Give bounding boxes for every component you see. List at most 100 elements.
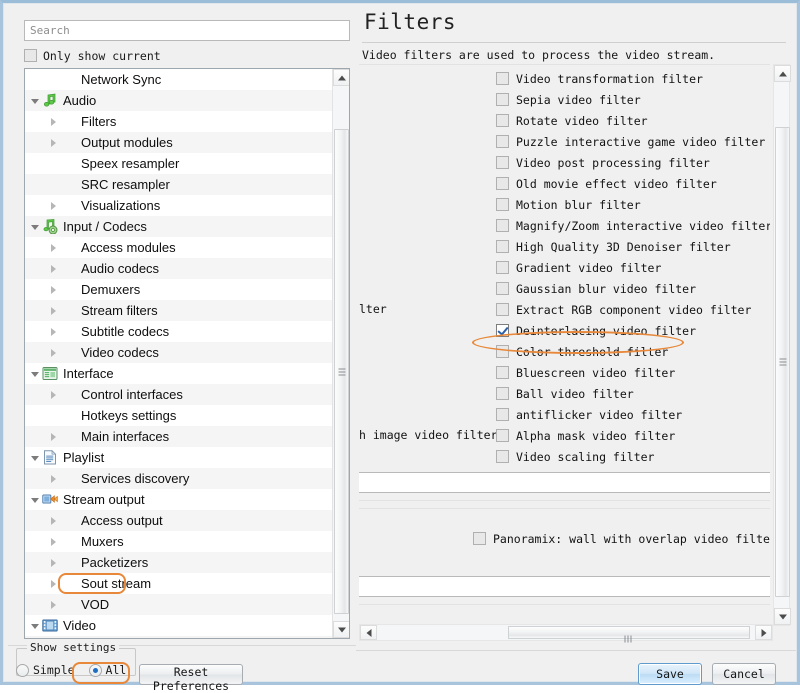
horizontal-scrollbar-thumb[interactable] xyxy=(508,626,750,639)
tree-item-subtitle-codecs[interactable]: Subtitle codecs xyxy=(25,321,333,342)
tree-vertical-scrollbar[interactable] xyxy=(332,69,349,638)
expand-arrow-right-icon[interactable] xyxy=(47,136,60,149)
filter-row[interactable]: Motion blur filter xyxy=(359,194,770,215)
filter-checkbox[interactable] xyxy=(496,198,509,211)
tree-item-network-sync[interactable]: Network Sync xyxy=(25,69,333,90)
tree-item-speex-resampler[interactable]: Speex resampler xyxy=(25,153,333,174)
expand-arrow-right-icon[interactable] xyxy=(47,241,60,254)
tree-item-src-resampler[interactable]: SRC resampler xyxy=(25,174,333,195)
filter-row[interactable]: Color threshold filter xyxy=(359,341,770,362)
filter-row[interactable]: High Quality 3D Denoiser filter xyxy=(359,236,770,257)
filters-list[interactable]: Video transformation filterSepia video f… xyxy=(359,68,770,467)
filter-row[interactable]: Gaussian blur video filter xyxy=(359,278,770,299)
save-button[interactable]: Save xyxy=(638,663,702,685)
tree-item-demuxers[interactable]: Demuxers xyxy=(25,279,333,300)
expand-arrow-right-icon[interactable] xyxy=(47,346,60,359)
radio-all[interactable]: All xyxy=(89,663,127,677)
panoramix-checkbox[interactable] xyxy=(473,532,486,545)
expand-arrow-right-icon[interactable] xyxy=(47,598,60,611)
tree-scroll-down-button[interactable] xyxy=(333,621,350,638)
only-show-current-row[interactable]: Only show current xyxy=(24,47,161,64)
tree-item-main-interfaces[interactable]: Main interfaces xyxy=(25,426,333,447)
filter-row[interactable]: Old movie effect video filter xyxy=(359,173,770,194)
expand-arrow-right-icon[interactable] xyxy=(47,430,60,443)
tree-item-stream-filters[interactable]: Stream filters xyxy=(25,300,333,321)
filter-checkbox[interactable] xyxy=(496,135,509,148)
filter-checkbox[interactable] xyxy=(496,387,509,400)
main-vertical-scrollbar[interactable] xyxy=(773,64,790,626)
filter-row[interactable]: Bluescreen video filter xyxy=(359,362,770,383)
main-scrollbar-thumb[interactable] xyxy=(775,127,790,597)
filter-checkbox[interactable] xyxy=(496,93,509,106)
filter-row[interactable]: Ball video filter xyxy=(359,383,770,404)
filter-row[interactable]: Sepia video filter xyxy=(359,89,770,110)
scroll-left-button[interactable] xyxy=(360,625,377,640)
tree-item-filters[interactable]: Filters xyxy=(25,636,333,638)
filter-checkbox[interactable] xyxy=(496,450,509,463)
expand-arrow-right-icon[interactable] xyxy=(47,262,60,275)
filter-checkbox[interactable] xyxy=(496,366,509,379)
expand-arrow-right-icon[interactable] xyxy=(47,514,60,527)
only-show-current-checkbox[interactable] xyxy=(24,49,37,62)
tree-item-video[interactable]: Video xyxy=(25,615,333,636)
filter-row[interactable]: Rotate video filter xyxy=(359,110,770,131)
expand-arrow-right-icon[interactable] xyxy=(47,535,60,548)
panoramix-row[interactable]: Panoramix: wall with overlap video filte… xyxy=(359,528,770,549)
filter-checkbox[interactable] xyxy=(496,156,509,169)
tree-scroll-up-button[interactable] xyxy=(333,69,350,86)
tree-item-visualizations[interactable]: Visualizations xyxy=(25,195,333,216)
filter-checkbox[interactable] xyxy=(496,429,509,442)
filter-row[interactable]: antiflicker video filter xyxy=(359,404,770,425)
expand-arrow-down-icon[interactable] xyxy=(29,451,42,464)
show-settings-radios[interactable]: Simple All xyxy=(16,663,126,677)
filters-text-field-bottom[interactable] xyxy=(359,576,770,597)
radio-simple[interactable]: Simple xyxy=(16,663,75,677)
expand-arrow-down-icon[interactable] xyxy=(29,619,42,632)
tree-item-muxers[interactable]: Muxers xyxy=(25,531,333,552)
filter-checkbox[interactable] xyxy=(496,114,509,127)
filter-row[interactable]: Puzzle interactive game video filter xyxy=(359,131,770,152)
expand-arrow-down-icon[interactable] xyxy=(29,493,42,506)
expand-arrow-right-icon[interactable] xyxy=(47,556,60,569)
expand-arrow-down-icon[interactable] xyxy=(29,367,42,380)
filter-checkbox[interactable] xyxy=(496,177,509,190)
main-scroll-up-button[interactable] xyxy=(774,65,791,82)
filter-row[interactable]: Deinterlacing video filter xyxy=(359,320,770,341)
filter-checkbox[interactable] xyxy=(496,261,509,274)
expand-arrow-right-icon[interactable] xyxy=(47,472,60,485)
filter-checkbox[interactable] xyxy=(496,72,509,85)
tree-scrollbar-thumb[interactable] xyxy=(334,129,349,614)
tree-item-output-modules[interactable]: Output modules xyxy=(25,132,333,153)
radio-simple-indicator[interactable] xyxy=(16,664,29,677)
tree-item-audio-codecs[interactable]: Audio codecs xyxy=(25,258,333,279)
tree-item-access-modules[interactable]: Access modules xyxy=(25,237,333,258)
filter-checkbox[interactable] xyxy=(496,324,509,337)
filter-checkbox[interactable] xyxy=(496,282,509,295)
tree-item-audio[interactable]: Audio xyxy=(25,90,333,111)
expand-arrow-right-icon[interactable] xyxy=(47,283,60,296)
tree-item-input-codecs[interactable]: Input / Codecs xyxy=(25,216,333,237)
tree-item-playlist[interactable]: Playlist xyxy=(25,447,333,468)
expand-arrow-down-icon[interactable] xyxy=(29,94,42,107)
tree-item-vod[interactable]: VOD xyxy=(25,594,333,615)
tree-item-video-codecs[interactable]: Video codecs xyxy=(25,342,333,363)
settings-tree-rows[interactable]: Network SyncAudio Filters Output modulesSp… xyxy=(25,69,333,638)
tree-item-services-discovery[interactable]: Services discovery xyxy=(25,468,333,489)
expand-arrow-right-icon[interactable] xyxy=(47,199,60,212)
reset-preferences-button[interactable]: Reset Preferences xyxy=(139,664,243,685)
tree-item-packetizers[interactable]: Packetizers xyxy=(25,552,333,573)
tree-item-stream-output[interactable]: Stream output xyxy=(25,489,333,510)
cancel-button[interactable]: Cancel xyxy=(712,663,776,685)
filter-row[interactable]: Magnify/Zoom interactive video filter xyxy=(359,215,770,236)
main-scroll-down-button[interactable] xyxy=(774,608,791,625)
filters-text-field-top[interactable] xyxy=(359,472,770,493)
scroll-right-button[interactable] xyxy=(755,625,772,640)
expand-arrow-right-icon[interactable] xyxy=(47,325,60,338)
filter-row[interactable]: Video post processing filter xyxy=(359,152,770,173)
filter-row[interactable]: Video scaling filter xyxy=(359,446,770,467)
expand-arrow-right-icon[interactable] xyxy=(47,115,60,128)
filter-checkbox[interactable] xyxy=(496,408,509,421)
radio-all-indicator[interactable] xyxy=(89,664,102,677)
search-input[interactable] xyxy=(24,20,350,41)
settings-tree[interactable]: Network SyncAudio Filters Output modulesSp… xyxy=(24,68,350,639)
